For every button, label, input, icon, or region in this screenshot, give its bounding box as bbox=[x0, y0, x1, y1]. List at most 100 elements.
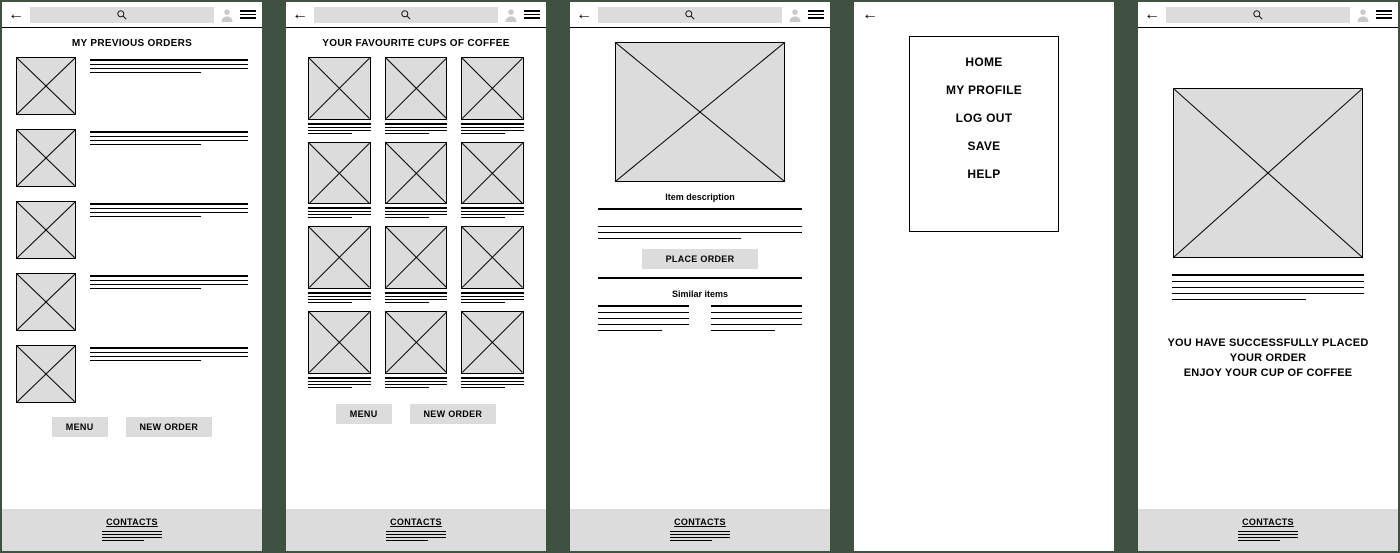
image-placeholder bbox=[16, 345, 76, 403]
menu-panel: HOME MY PROFILE LOG OUT SAVE HELP bbox=[909, 36, 1059, 232]
order-row[interactable] bbox=[2, 345, 262, 403]
search-input[interactable] bbox=[1166, 7, 1350, 23]
image-placeholder bbox=[16, 57, 76, 115]
product-card[interactable] bbox=[308, 226, 371, 303]
image-placeholder bbox=[308, 311, 371, 374]
product-card[interactable] bbox=[461, 57, 524, 134]
product-card[interactable] bbox=[385, 226, 448, 303]
image-placeholder bbox=[308, 57, 371, 120]
image-placeholder bbox=[16, 129, 76, 187]
image-placeholder bbox=[308, 226, 371, 289]
search-input[interactable] bbox=[30, 7, 214, 23]
image-placeholder bbox=[385, 57, 448, 120]
product-card[interactable] bbox=[461, 226, 524, 303]
profile-icon[interactable] bbox=[788, 8, 802, 22]
menu-button[interactable]: MENU bbox=[52, 417, 108, 437]
footer-title[interactable]: CONTACTS bbox=[2, 517, 262, 527]
profile-icon[interactable] bbox=[1356, 8, 1370, 22]
footer: CONTACTS bbox=[286, 509, 546, 551]
search-input[interactable] bbox=[598, 7, 782, 23]
similar-item[interactable] bbox=[598, 305, 689, 331]
image-placeholder bbox=[461, 57, 524, 120]
hamburger-icon[interactable] bbox=[240, 10, 256, 19]
back-icon[interactable]: ← bbox=[1144, 6, 1160, 24]
place-order-button[interactable]: PLACE ORDER bbox=[642, 249, 759, 269]
image-placeholder bbox=[461, 226, 524, 289]
product-card[interactable] bbox=[461, 311, 524, 388]
new-order-button[interactable]: NEW ORDER bbox=[126, 417, 213, 437]
image-placeholder bbox=[16, 273, 76, 331]
new-order-button[interactable]: NEW ORDER bbox=[410, 404, 497, 424]
product-grid bbox=[286, 57, 546, 390]
footer: CONTACTS bbox=[570, 509, 830, 551]
page-title: MY PREVIOUS ORDERS bbox=[2, 38, 262, 49]
search-icon bbox=[1252, 9, 1264, 21]
header: ← bbox=[570, 2, 830, 28]
text-placeholder bbox=[1138, 274, 1398, 300]
footer-title[interactable]: CONTACTS bbox=[570, 517, 830, 527]
text-placeholder bbox=[90, 129, 248, 187]
image-placeholder bbox=[16, 201, 76, 259]
image-placeholder bbox=[385, 142, 448, 205]
order-row[interactable] bbox=[2, 57, 262, 115]
profile-icon[interactable] bbox=[220, 8, 234, 22]
screen-favourites: ← YOUR FAVOURITE CUPS OF COFFEE MENU NEW… bbox=[286, 2, 546, 551]
footer: CONTACTS bbox=[2, 509, 262, 551]
product-card[interactable] bbox=[385, 142, 448, 219]
search-icon bbox=[684, 9, 696, 21]
screen-previous-orders: ← MY PREVIOUS ORDERS MENU bbox=[2, 2, 262, 551]
image-placeholder bbox=[461, 311, 524, 374]
menu-button[interactable]: MENU bbox=[336, 404, 392, 424]
back-icon[interactable]: ← bbox=[862, 6, 878, 24]
similar-items bbox=[570, 305, 830, 331]
profile-icon[interactable] bbox=[504, 8, 518, 22]
header: ← bbox=[2, 2, 262, 28]
order-row[interactable] bbox=[2, 273, 262, 331]
header: ← bbox=[1138, 2, 1398, 28]
back-icon[interactable]: ← bbox=[8, 6, 24, 24]
similar-items-title: Similar items bbox=[570, 289, 830, 299]
order-row[interactable] bbox=[2, 129, 262, 187]
footer-title[interactable]: CONTACTS bbox=[1138, 517, 1398, 527]
item-description bbox=[570, 208, 830, 239]
product-card[interactable] bbox=[385, 311, 448, 388]
similar-item[interactable] bbox=[711, 305, 802, 331]
header: ← bbox=[286, 2, 546, 28]
text-placeholder bbox=[90, 345, 248, 403]
text-placeholder bbox=[90, 57, 248, 115]
success-image bbox=[1173, 88, 1363, 258]
screen-order-success: ← YOU HAVE SUCCESSFULLY PLACED YOUR ORDE… bbox=[1138, 2, 1398, 551]
product-card[interactable] bbox=[308, 142, 371, 219]
success-message: YOU HAVE SUCCESSFULLY PLACED YOUR ORDER … bbox=[1138, 336, 1398, 381]
item-image bbox=[615, 42, 785, 182]
hamburger-icon[interactable] bbox=[808, 10, 824, 19]
text-placeholder bbox=[90, 273, 248, 331]
item-description-title: Item description bbox=[570, 192, 830, 202]
back-icon[interactable]: ← bbox=[576, 6, 592, 24]
screen-item-detail: ← Item description PLACE ORDER Similar i… bbox=[570, 2, 830, 551]
menu-item-save[interactable]: SAVE bbox=[968, 139, 1001, 153]
footer: CONTACTS bbox=[1138, 509, 1398, 551]
footer-title[interactable]: CONTACTS bbox=[286, 517, 546, 527]
product-card[interactable] bbox=[385, 57, 448, 134]
page-title: YOUR FAVOURITE CUPS OF COFFEE bbox=[286, 38, 546, 49]
search-icon bbox=[400, 9, 412, 21]
image-placeholder bbox=[461, 142, 524, 205]
product-card[interactable] bbox=[308, 311, 371, 388]
image-placeholder bbox=[385, 226, 448, 289]
menu-item-profile[interactable]: MY PROFILE bbox=[946, 83, 1022, 97]
menu-item-logout[interactable]: LOG OUT bbox=[956, 111, 1013, 125]
menu-item-home[interactable]: HOME bbox=[965, 55, 1002, 69]
order-row[interactable] bbox=[2, 201, 262, 259]
search-input[interactable] bbox=[314, 7, 498, 23]
product-card[interactable] bbox=[308, 57, 371, 134]
image-placeholder bbox=[308, 142, 371, 205]
back-icon[interactable]: ← bbox=[292, 6, 308, 24]
product-card[interactable] bbox=[461, 142, 524, 219]
hamburger-icon[interactable] bbox=[524, 10, 540, 19]
menu-item-help[interactable]: HELP bbox=[967, 167, 1000, 181]
hamburger-icon[interactable] bbox=[1376, 10, 1392, 19]
text-placeholder bbox=[90, 201, 248, 259]
image-placeholder bbox=[385, 311, 448, 374]
header: ← bbox=[854, 2, 1114, 28]
